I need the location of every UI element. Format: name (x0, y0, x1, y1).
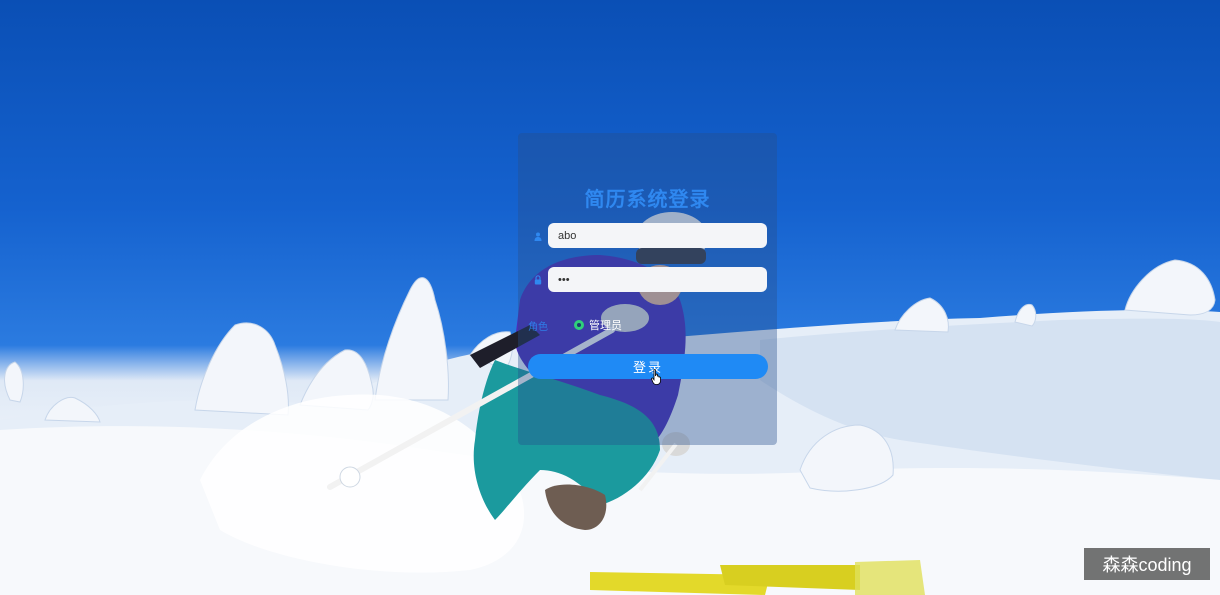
user-icon (532, 229, 544, 243)
watermark: 森森coding (1084, 548, 1210, 580)
login-title: 简历系统登录 (584, 189, 711, 211)
role-label: 角色 (528, 321, 548, 333)
username-row (532, 223, 768, 249)
password-row (532, 267, 768, 293)
hand-cursor-icon (651, 369, 661, 385)
role-row: 角色 管理员 (528, 317, 622, 333)
role-radio-admin[interactable] (574, 320, 584, 330)
login-button[interactable]: 登录 (528, 354, 768, 379)
username-input[interactable] (548, 223, 767, 248)
role-option-label[interactable]: 管理员 (589, 317, 622, 333)
password-input[interactable] (548, 267, 767, 292)
login-card: 简历系统登录 角色 管理员 登录 (518, 133, 777, 445)
lock-icon (532, 273, 544, 287)
